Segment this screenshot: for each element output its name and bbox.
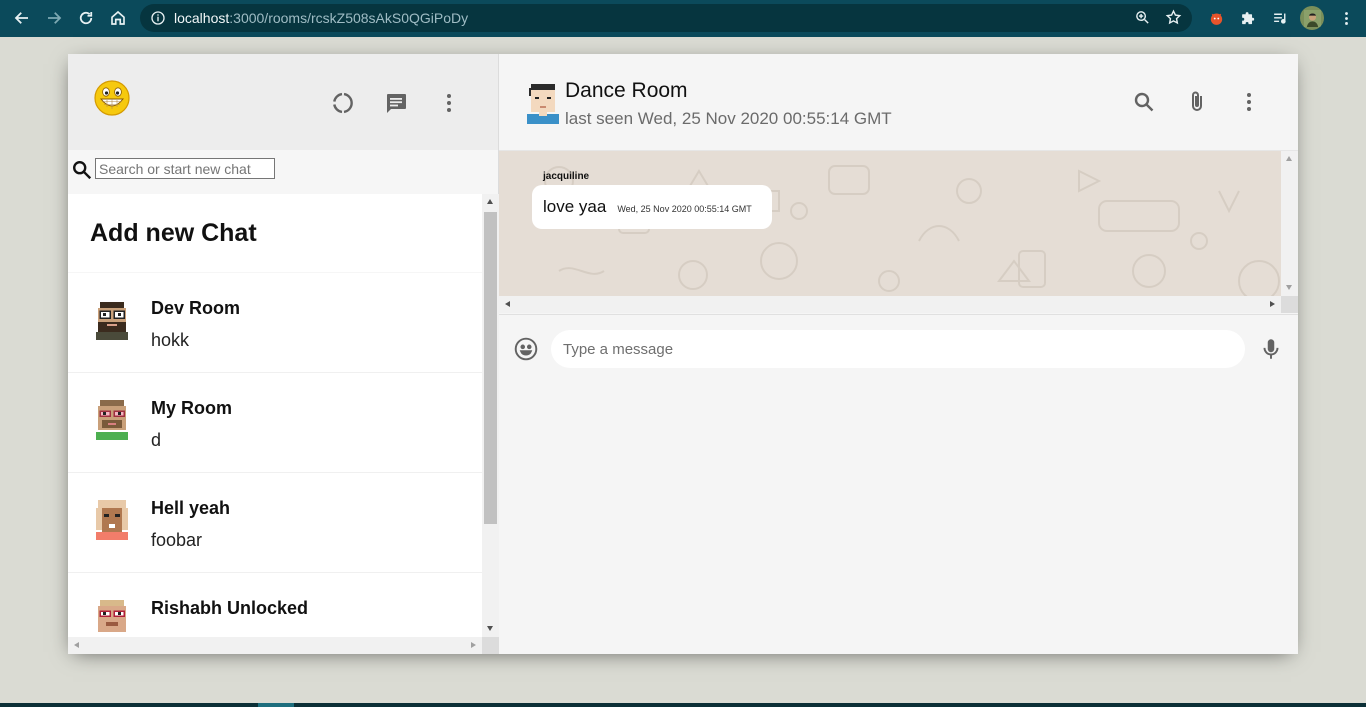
chat-name: Rishabh Unlocked bbox=[151, 598, 309, 618]
extensions-puzzle-icon[interactable] bbox=[1238, 8, 1258, 28]
sidebar-chat-rishabh-unlocked[interactable]: Rishabh Unlocked bbox=[68, 573, 482, 637]
last-seen-text: last seen Wed, 25 Nov 2020 00:55:14 GMT bbox=[565, 109, 892, 128]
extension-fox-icon[interactable] bbox=[1206, 8, 1226, 28]
chat-messages-area: jacquiline love yaa Wed, 25 Nov 2020 00:… bbox=[499, 151, 1298, 313]
chat-name: Dev Room bbox=[151, 298, 241, 318]
forward-icon[interactable] bbox=[38, 2, 70, 34]
browser-toolbar: localhost:3000/rooms/rcskZ508sAkS0QGiPoD… bbox=[0, 0, 1366, 37]
search-container bbox=[68, 150, 498, 194]
url-text: localhost:3000/rooms/rcskZ508sAkS0QGiPoD… bbox=[174, 10, 469, 26]
add-new-chat-button[interactable]: Add new Chat bbox=[68, 194, 482, 273]
user-avatar[interactable] bbox=[94, 80, 130, 116]
avatar bbox=[94, 298, 130, 342]
chat-name: Hell yeah bbox=[151, 498, 231, 518]
address-bar[interactable]: localhost:3000/rooms/rcskZ508sAkS0QGiPoD… bbox=[140, 4, 1192, 32]
chat-list-scrollbar[interactable] bbox=[482, 194, 499, 637]
room-avatar[interactable] bbox=[525, 82, 561, 124]
new-chat-icon[interactable] bbox=[383, 90, 409, 116]
scroll-right-arrow-icon[interactable] bbox=[1270, 301, 1275, 307]
chat-header: Dance Room last seen Wed, 25 Nov 2020 00… bbox=[499, 54, 1298, 151]
zoom-icon[interactable] bbox=[1134, 9, 1151, 26]
scroll-up-arrow-icon[interactable] bbox=[1286, 156, 1292, 161]
message-timestamp: Wed, 25 Nov 2020 00:55:14 GMT bbox=[617, 203, 752, 214]
chat-last-message: hokk bbox=[151, 330, 190, 350]
chat-menu-icon[interactable] bbox=[1236, 89, 1262, 115]
chat-last-message: foobar bbox=[151, 530, 203, 550]
scroll-left-arrow-icon[interactable] bbox=[74, 642, 79, 648]
home-icon[interactable] bbox=[102, 2, 134, 34]
sidebar-chat-my-room[interactable]: My Room d bbox=[68, 373, 482, 473]
avatar bbox=[94, 598, 130, 637]
chat-panel: Dance Room last seen Wed, 25 Nov 2020 00… bbox=[499, 54, 1298, 654]
message-text: love yaa bbox=[543, 197, 607, 216]
attach-file-icon[interactable] bbox=[1184, 89, 1210, 115]
scroll-down-arrow-icon[interactable] bbox=[1286, 285, 1292, 290]
menu-icon[interactable] bbox=[436, 90, 462, 116]
scrollbar-corner bbox=[482, 637, 499, 654]
search-input[interactable] bbox=[95, 158, 275, 179]
scroll-up-arrow-icon[interactable] bbox=[487, 199, 493, 204]
chat-name: My Room bbox=[151, 398, 232, 418]
mic-icon[interactable] bbox=[1258, 336, 1284, 362]
messages-scrollbar[interactable] bbox=[1281, 151, 1298, 296]
avatar bbox=[94, 498, 130, 542]
message-sender: jacquiline bbox=[543, 171, 590, 182]
whatsapp-app: Add new Chat Dev Roo bbox=[68, 54, 1298, 654]
status-icon[interactable] bbox=[330, 90, 356, 116]
scroll-left-arrow-icon[interactable] bbox=[505, 301, 510, 307]
chat-list-horizontal-scrollbar[interactable] bbox=[68, 637, 482, 654]
taskbar-strip bbox=[0, 703, 1366, 707]
scrollbar-corner bbox=[1281, 296, 1298, 313]
chat-list: Add new Chat Dev Room hokk My Room d Hel… bbox=[68, 194, 482, 637]
add-new-chat-label: Add new Chat bbox=[90, 218, 257, 247]
emoji-icon[interactable] bbox=[513, 336, 539, 362]
messages-horizontal-scrollbar[interactable] bbox=[499, 296, 1281, 313]
chat-last-message: d bbox=[151, 430, 162, 450]
site-info-icon[interactable] bbox=[150, 10, 166, 26]
sidebar-header bbox=[68, 54, 498, 150]
chat-footer bbox=[499, 314, 1298, 382]
scroll-right-arrow-icon[interactable] bbox=[471, 642, 476, 648]
message-input[interactable] bbox=[551, 330, 1245, 368]
search-icon bbox=[73, 161, 92, 180]
message-bubble: love yaa Wed, 25 Nov 2020 00:55:14 GMT bbox=[532, 185, 772, 229]
search-messages-icon[interactable] bbox=[1131, 89, 1157, 115]
avatar bbox=[94, 398, 130, 442]
sidebar-chat-hell-yeah[interactable]: Hell yeah foobar bbox=[68, 473, 482, 573]
sidebar: Add new Chat Dev Roo bbox=[68, 54, 499, 654]
room-name: Dance Room bbox=[565, 79, 688, 102]
taskbar-active-segment bbox=[258, 703, 294, 707]
sidebar-chat-dev-room[interactable]: Dev Room hokk bbox=[68, 273, 482, 373]
back-icon[interactable] bbox=[6, 2, 38, 34]
scroll-down-arrow-icon[interactable] bbox=[487, 626, 493, 631]
bookmark-star-icon[interactable] bbox=[1165, 9, 1182, 26]
browser-menu-icon[interactable] bbox=[1336, 8, 1356, 28]
scrollbar-thumb[interactable] bbox=[484, 212, 497, 524]
media-queue-icon[interactable] bbox=[1270, 8, 1290, 28]
wallpaper-pattern bbox=[544, 165, 1280, 302]
profile-avatar[interactable] bbox=[1300, 6, 1324, 30]
reload-icon[interactable] bbox=[70, 2, 102, 34]
